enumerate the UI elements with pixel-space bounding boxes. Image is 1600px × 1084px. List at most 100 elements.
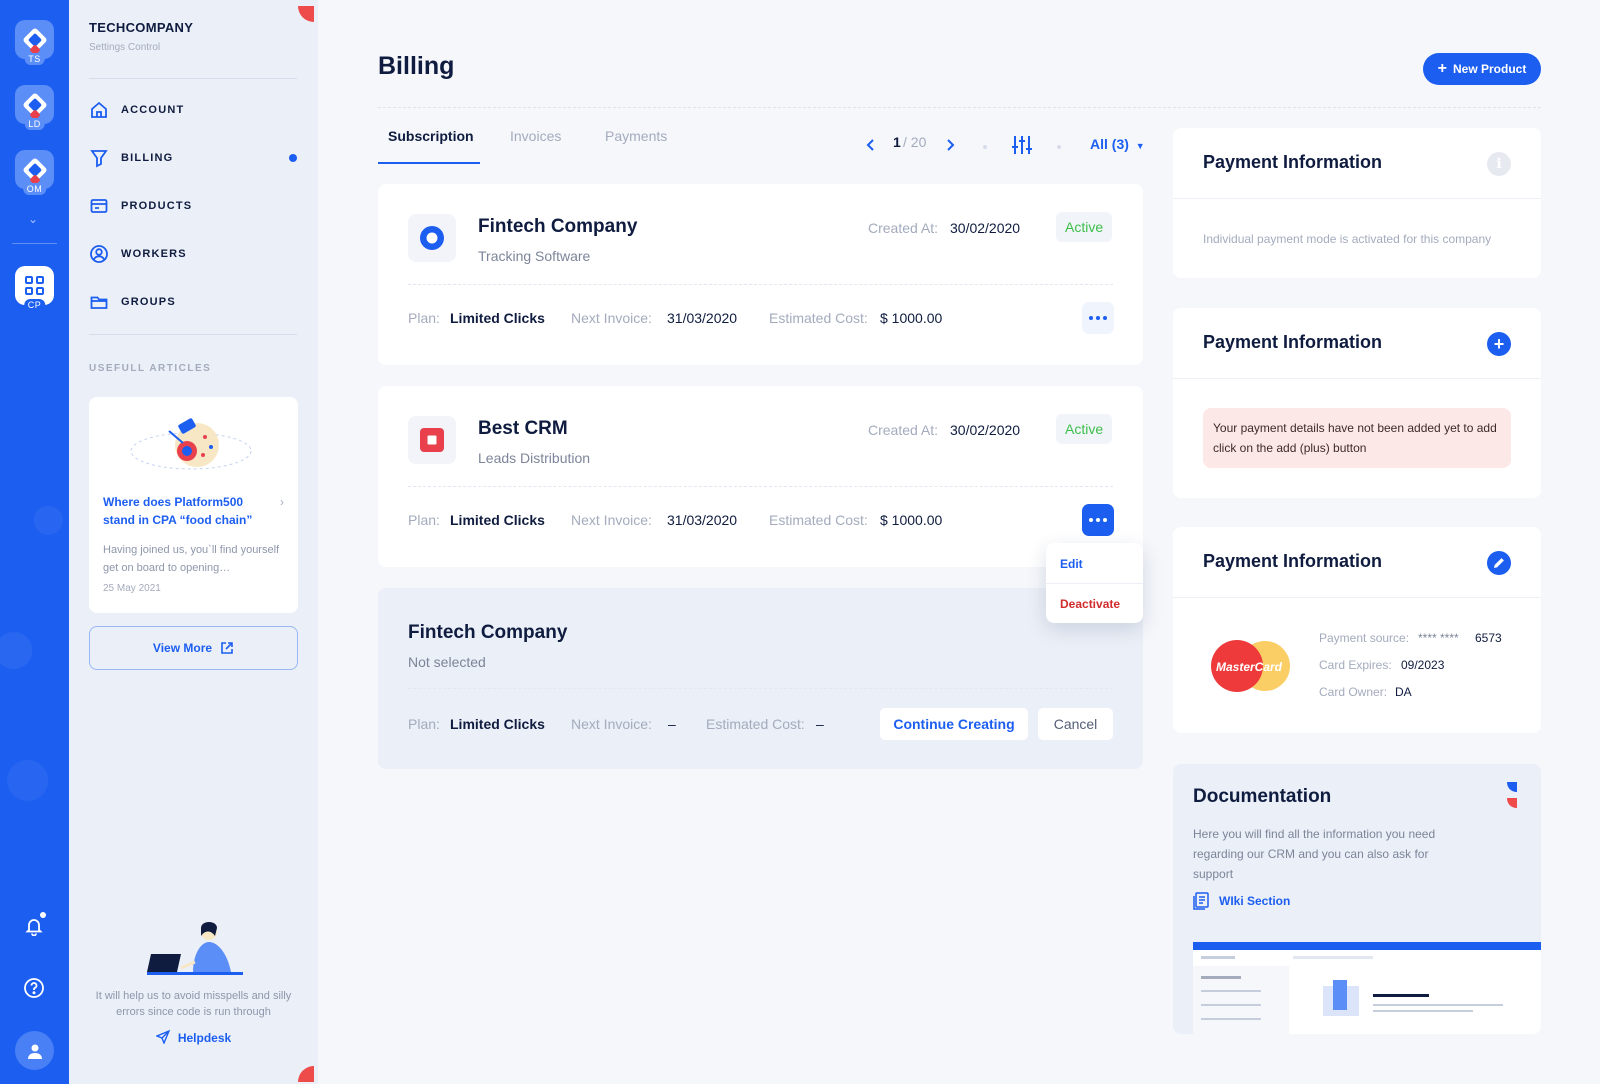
paper-plane-icon — [154, 1029, 171, 1045]
estimated-cost-value: $ 1000.00 — [880, 310, 943, 326]
sidebar-item-groups[interactable]: GROUPS — [89, 290, 297, 314]
card-expires-value: 09/2023 — [1401, 658, 1445, 672]
chevron-right-icon — [947, 139, 955, 151]
header-divider — [378, 107, 1541, 108]
article-excerpt: Having joined us, you`ll find yourself g… — [103, 544, 280, 574]
plus-icon: + — [1437, 60, 1447, 77]
active-indicator-dot — [289, 154, 297, 162]
plan-label: Plan: — [408, 512, 440, 528]
pencil-icon — [1494, 558, 1504, 568]
user-icon — [27, 1044, 42, 1059]
card-last-digits: 6573 — [1475, 631, 1502, 645]
payment-mode-text: Individual payment mode is activated for… — [1203, 232, 1492, 246]
bell-icon[interactable] — [22, 912, 46, 938]
view-more-button[interactable]: View More — [89, 626, 298, 670]
cube-logo-icon — [21, 26, 48, 53]
external-link-icon — [221, 642, 233, 654]
workspace-tag: TS — [24, 53, 45, 65]
more-options-button[interactable] — [1082, 302, 1114, 334]
workspace-ld[interactable]: LD — [15, 85, 54, 130]
user-avatar[interactable] — [15, 1031, 54, 1070]
prev-page-button[interactable] — [863, 137, 879, 153]
estimated-cost-value: – — [816, 716, 824, 732]
documentation-title: Documentation — [1193, 786, 1332, 807]
documentation-text: Here you will find all the information y… — [1193, 827, 1436, 881]
helpdesk-description: It will help us to avoid misspells and s… — [95, 990, 292, 1018]
plus-icon: + — [1493, 334, 1505, 354]
draft-subscription-card: Fintech Company Not selected Plan: Limit… — [378, 588, 1143, 769]
status-badge: Active — [1056, 212, 1113, 242]
plan-label: Plan: — [408, 310, 440, 326]
info-icon[interactable]: i — [1487, 152, 1511, 176]
sliders-icon[interactable] — [1011, 134, 1033, 156]
ellipsis-icon — [1089, 316, 1107, 320]
panel-title: Payment Information — [1203, 332, 1383, 352]
plan-label: Plan: — [408, 716, 440, 732]
helpdesk-link[interactable]: Helpdesk — [89, 1029, 298, 1045]
articles-heading: USEFULL ARTICLES — [89, 363, 212, 374]
tab-subscription[interactable]: Subscription — [388, 128, 474, 144]
sidebar-item-workers[interactable]: WORKERS — [89, 242, 297, 266]
tab-payments[interactable]: Payments — [605, 128, 667, 144]
brand-title: TECHCOMPANY — [89, 20, 194, 35]
sidebar-item-products[interactable]: PRODUCTS — [89, 194, 297, 218]
next-invoice-label: Next Invoice: — [571, 512, 652, 528]
card-number-mask: **** **** — [1418, 631, 1459, 645]
sidebar-item-account[interactable]: ACCOUNT — [89, 98, 297, 122]
sidebar-item-billing[interactable]: BILLING — [89, 146, 297, 170]
workspace-cp[interactable]: CP — [15, 266, 54, 311]
estimated-cost-label: Estimated Cost: — [769, 310, 868, 326]
page-title: Billing — [378, 52, 455, 80]
helpdesk-label: Helpdesk — [177, 1031, 232, 1045]
card-divider — [408, 284, 1113, 285]
card-divider — [408, 486, 1113, 487]
article-title[interactable]: Where does Platform500 stand in CPA “foo… — [103, 493, 263, 529]
more-options-button[interactable] — [1082, 504, 1114, 536]
payment-info-panel: Payment Information i Individual payment… — [1173, 128, 1541, 278]
workspace-tag: LD — [24, 118, 45, 130]
estimated-cost-value: $ 1000.00 — [880, 512, 943, 528]
current-page: 1 — [893, 134, 901, 150]
separator-dot — [983, 145, 987, 149]
payment-source-label: Payment source: — [1319, 631, 1410, 645]
user-circle-icon — [89, 244, 109, 264]
edit-payment-button[interactable] — [1487, 551, 1511, 575]
active-tab-indicator — [378, 162, 480, 164]
help-icon[interactable] — [22, 976, 46, 1000]
status-filter-select[interactable]: All (3) ▼ — [1090, 136, 1145, 152]
continue-creating-button[interactable]: Continue Creating — [880, 708, 1028, 740]
sidebar-item-label: WORKERS — [121, 248, 187, 260]
sidebar-divider — [89, 334, 297, 335]
workspace-om[interactable]: OM — [15, 150, 54, 195]
panel-divider — [1173, 198, 1541, 199]
sidebar-item-label: PRODUCTS — [121, 200, 193, 212]
target-circle-icon — [420, 226, 444, 250]
card-owner-label: Card Owner: — [1319, 685, 1388, 699]
tab-invoices[interactable]: Invoices — [510, 128, 561, 144]
card-brand: MasterCard — [1216, 660, 1283, 674]
rail-divider — [12, 243, 57, 244]
created-date: 30/02/2020 — [950, 422, 1021, 438]
company-product: Not selected — [408, 654, 486, 670]
chevron-down-icon[interactable]: ⌄ — [28, 212, 38, 226]
next-page-button[interactable] — [942, 137, 958, 153]
workspace-ts[interactable]: TS — [15, 20, 54, 65]
panel-title: Payment Information — [1203, 152, 1383, 172]
panel-divider — [1173, 378, 1541, 379]
sidebar-item-label: GROUPS — [121, 296, 176, 308]
next-invoice-label: Next Invoice: — [571, 310, 652, 326]
cancel-button[interactable]: Cancel — [1038, 708, 1113, 740]
created-label: Created At: — [868, 422, 939, 438]
plan-value: Limited Clicks — [450, 512, 545, 528]
wiki-section-link[interactable]: WIki Section — [1193, 892, 1290, 910]
plan-value: Limited Clicks — [450, 716, 545, 732]
article-card[interactable]: Where does Platform500 stand in CPA “foo… — [89, 397, 298, 613]
menu-item-deactivate[interactable]: Deactivate — [1060, 597, 1120, 611]
menu-item-edit[interactable]: Edit — [1060, 557, 1083, 571]
card-divider — [408, 688, 1113, 689]
add-payment-button[interactable]: + — [1487, 332, 1511, 356]
subscription-card: Fintech Company Tracking Software Create… — [378, 184, 1143, 365]
new-product-button[interactable]: + New Product — [1423, 53, 1541, 85]
sidebar-divider — [89, 78, 297, 79]
chevron-right-icon[interactable]: › — [280, 495, 284, 509]
